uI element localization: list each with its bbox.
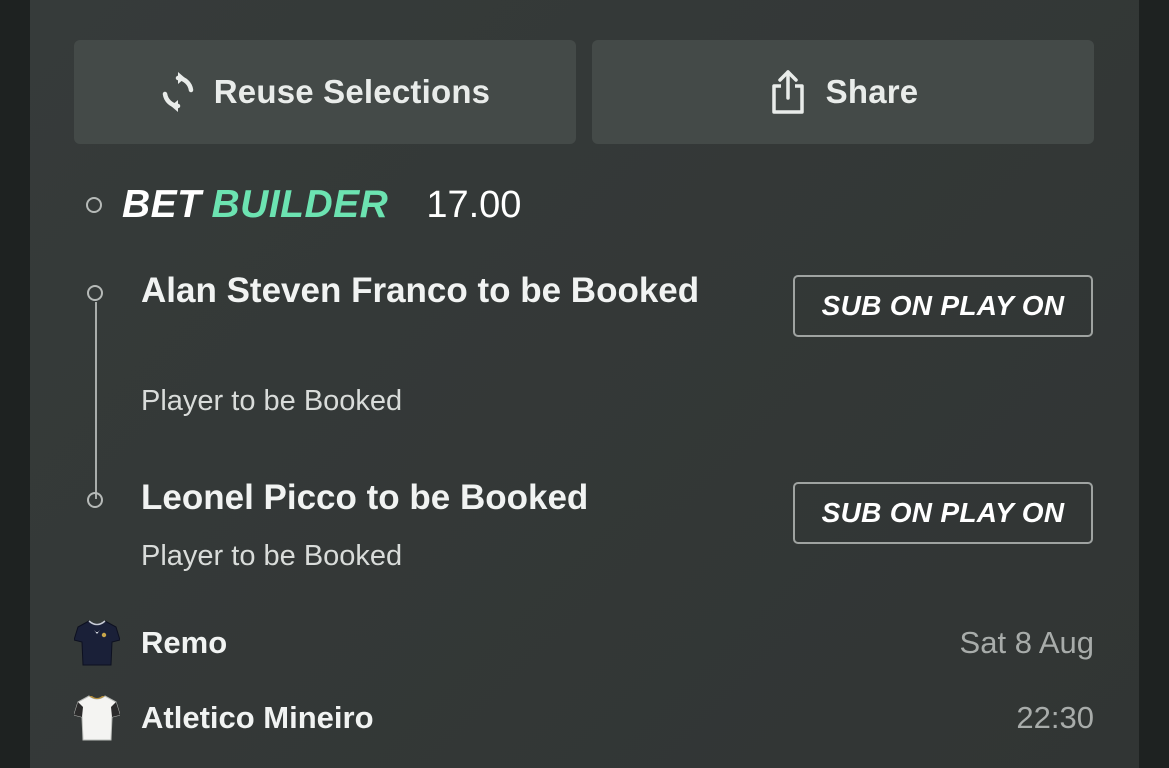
navy-shirt-icon bbox=[74, 618, 120, 668]
timeline-node bbox=[87, 285, 103, 301]
bet-card: Reuse Selections Share BET BUILDER 17.00 … bbox=[30, 0, 1139, 768]
match-time: 22:30 bbox=[1016, 700, 1094, 735]
reuse-selections-label: Reuse Selections bbox=[213, 73, 491, 110]
bet-builder-logo: BET BUILDER bbox=[122, 183, 389, 226]
sub-on-play-on-badge[interactable]: SUB ON PLAY ON bbox=[793, 482, 1093, 544]
share-label: Share bbox=[825, 73, 919, 110]
away-team-name: Atletico Mineiro bbox=[141, 700, 374, 735]
away-team-row: Atletico Mineiro 22:30 bbox=[74, 693, 1094, 743]
timeline-node bbox=[86, 197, 102, 213]
bet-builder-header: BET BUILDER 17.00 bbox=[86, 180, 521, 230]
selection-market: Player to be Booked bbox=[141, 385, 403, 417]
match-date: Sat 8 Aug bbox=[959, 625, 1094, 660]
sub-on-play-on-badge[interactable]: SUB ON PLAY ON bbox=[793, 275, 1093, 337]
selection-title: Alan Steven Franco to be Booked bbox=[141, 271, 700, 310]
share-icon bbox=[768, 69, 808, 115]
selection-title: Leonel Picco to be Booked bbox=[141, 478, 589, 517]
bet-builder-odds: 17.00 bbox=[426, 183, 522, 226]
reuse-selections-button[interactable]: Reuse Selections bbox=[74, 40, 576, 144]
white-shirt-icon bbox=[74, 693, 120, 743]
home-team-row: Remo Sat 8 Aug bbox=[74, 618, 1094, 668]
share-button[interactable]: Share bbox=[592, 40, 1094, 144]
timeline-node bbox=[87, 492, 103, 508]
selection-market: Player to be Booked bbox=[141, 540, 403, 572]
timeline-line bbox=[95, 302, 97, 499]
refresh-icon bbox=[160, 72, 196, 112]
home-team-name: Remo bbox=[141, 625, 228, 660]
